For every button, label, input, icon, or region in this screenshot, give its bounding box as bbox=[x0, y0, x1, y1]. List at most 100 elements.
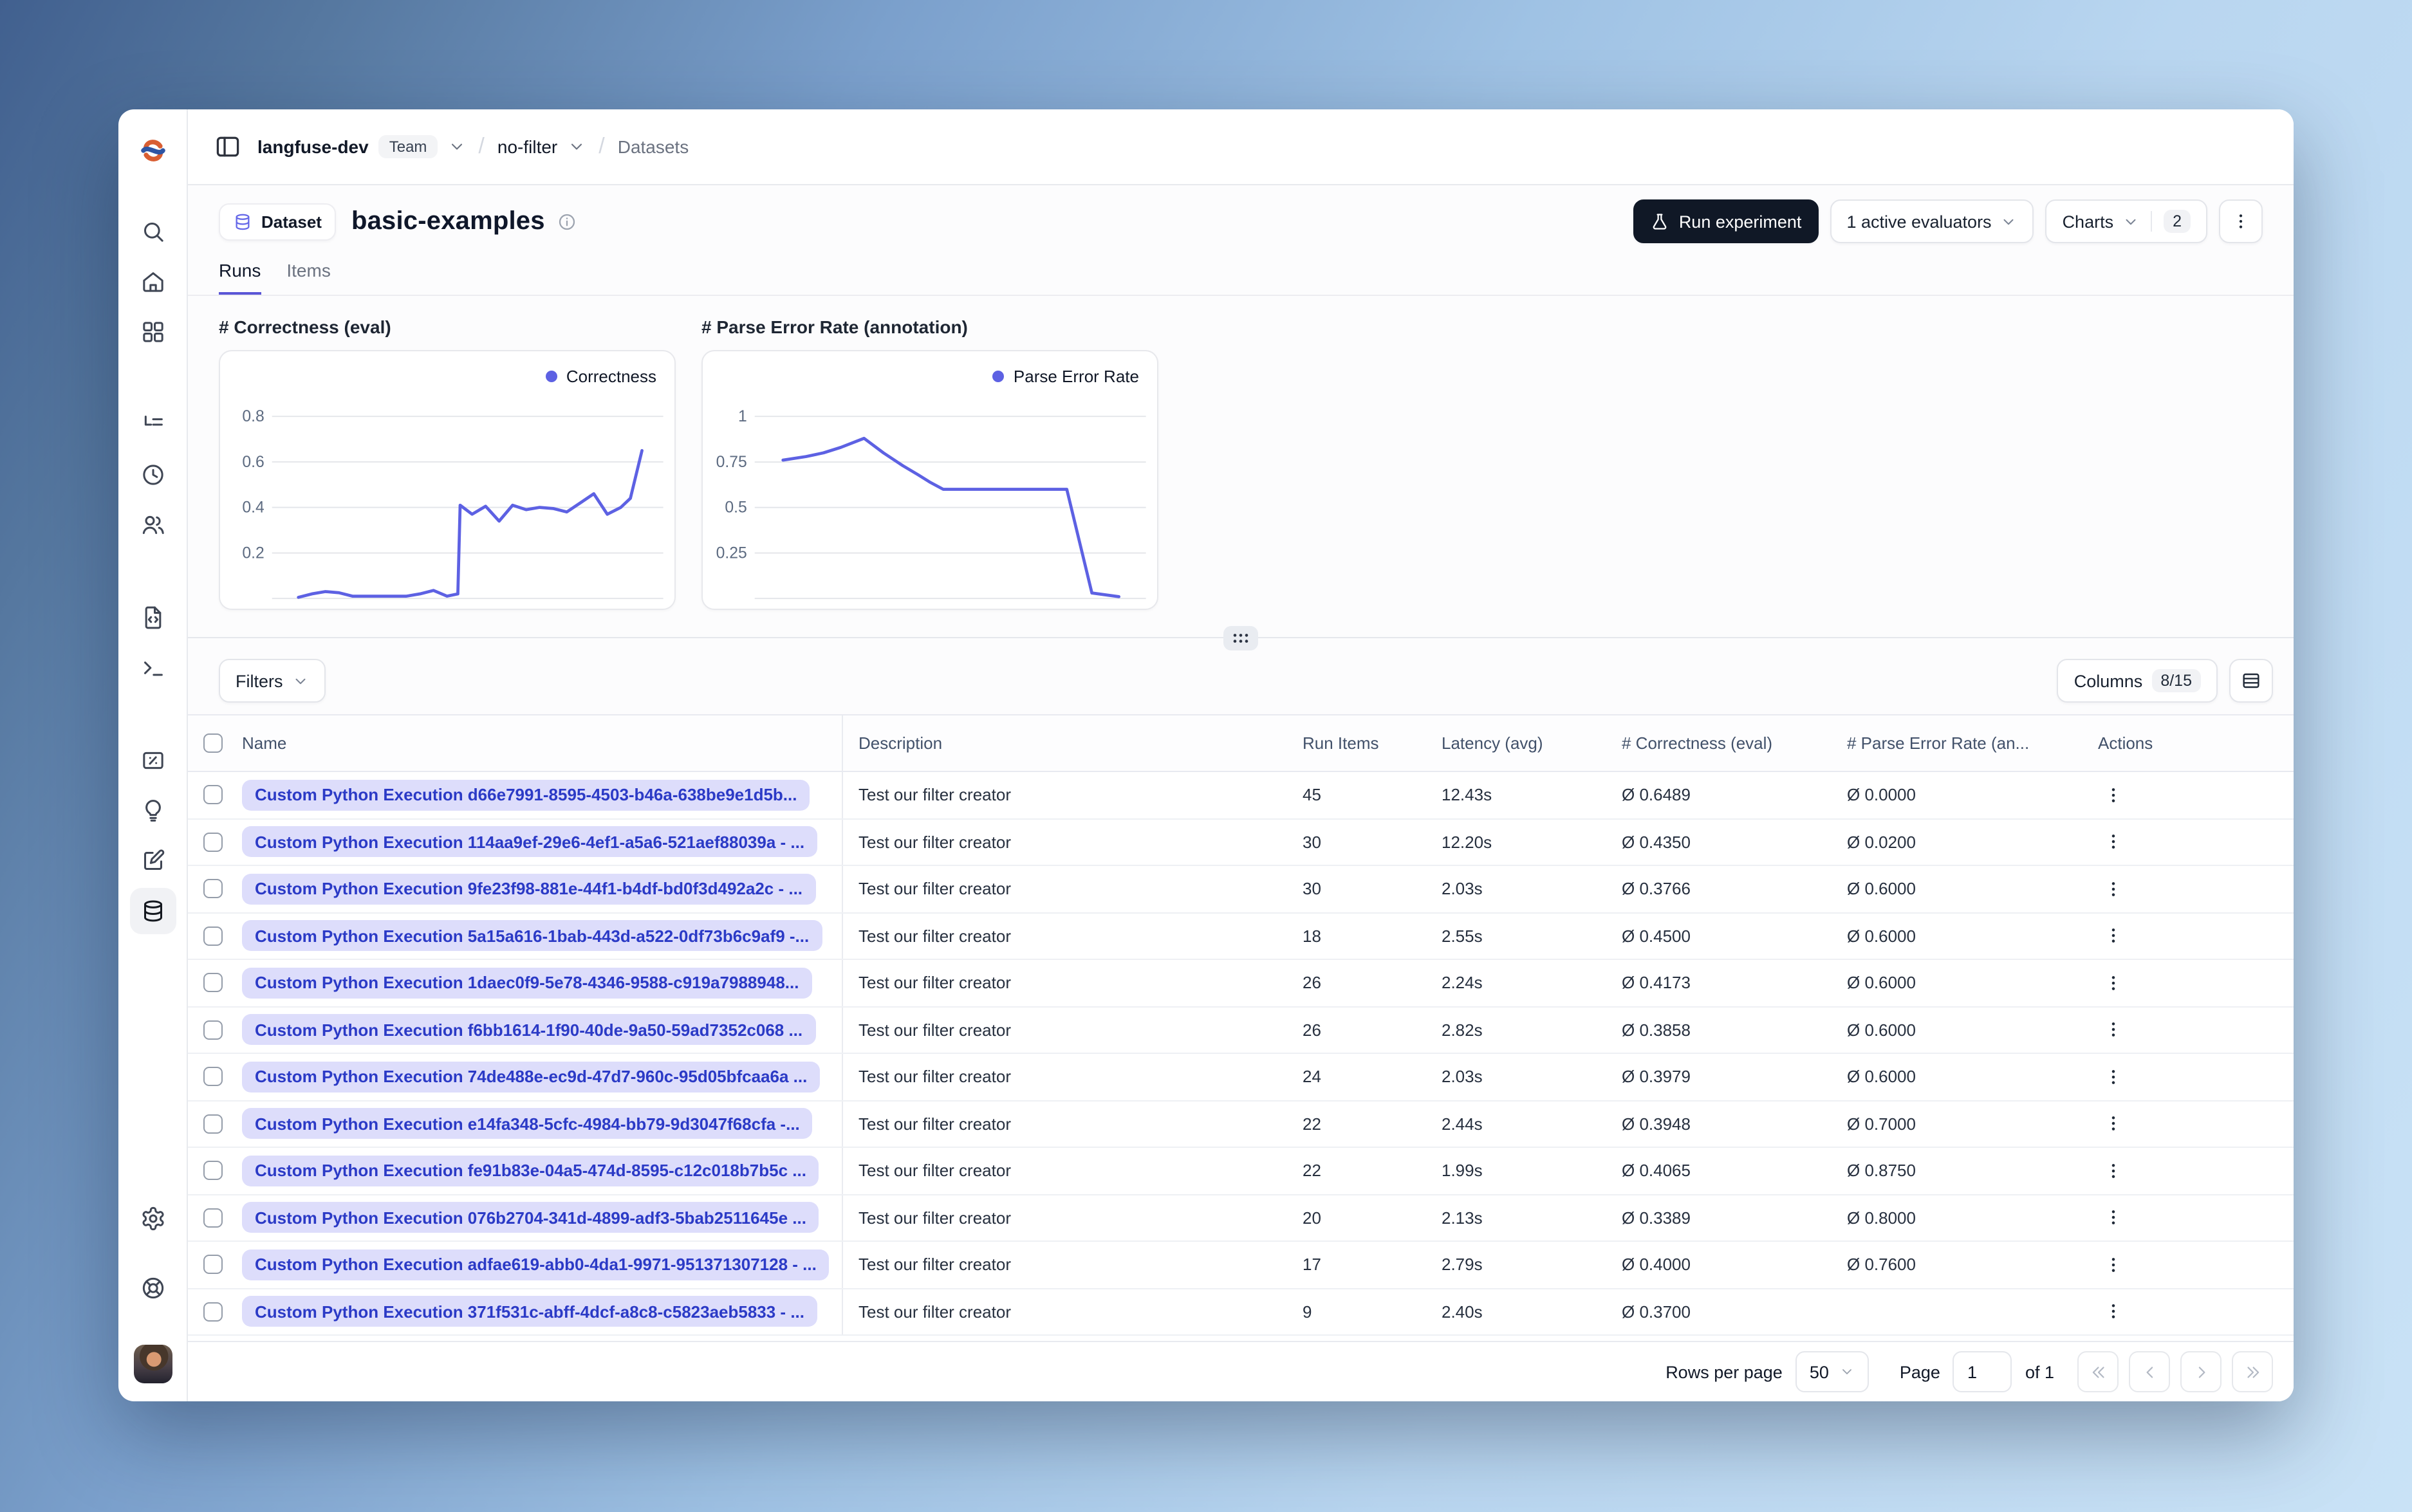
column-header-latency[interactable]: Latency (avg) bbox=[1442, 733, 1622, 753]
tab-items[interactable]: Items bbox=[286, 260, 330, 295]
row-checkbox[interactable] bbox=[203, 1067, 223, 1087]
run-name-link[interactable]: Custom Python Execution 74de488e-ec9d-47… bbox=[242, 1061, 821, 1093]
column-header-correctness[interactable]: # Correctness (eval) bbox=[1622, 733, 1847, 753]
row-actions-button[interactable] bbox=[2098, 1109, 2129, 1139]
chevron-down-icon[interactable] bbox=[447, 138, 465, 156]
row-actions-button[interactable] bbox=[2098, 1156, 2129, 1186]
run-name-link[interactable]: Custom Python Execution 114aa9ef-29e6-4e… bbox=[242, 826, 818, 858]
next-page-button[interactable] bbox=[2180, 1351, 2222, 1392]
row-checkbox[interactable] bbox=[203, 1302, 223, 1322]
header-actions: Run experiment 1 active evaluators Chart… bbox=[1633, 199, 2263, 243]
run-name-link[interactable]: Custom Python Execution 5a15a616-1bab-44… bbox=[242, 920, 822, 952]
sidebar-item-lightbulb[interactable] bbox=[129, 788, 176, 834]
run-name-link[interactable]: Custom Python Execution f6bb1614-1f90-40… bbox=[242, 1014, 816, 1046]
sidebar-item-prompts-file-code[interactable] bbox=[129, 595, 176, 641]
tab-runs[interactable]: Runs bbox=[219, 260, 261, 295]
run-name-link[interactable]: Custom Python Execution 076b2704-341d-48… bbox=[242, 1202, 819, 1233]
sidebar-item-sessions-clock[interactable] bbox=[129, 452, 176, 498]
pager-buttons bbox=[2077, 1351, 2273, 1392]
breadcrumb-project[interactable]: no-filter bbox=[497, 136, 557, 157]
pagination-footer: Rows per page 50 Page of 1 bbox=[188, 1341, 2294, 1401]
run-name-link[interactable]: Custom Python Execution d66e7991-8595-45… bbox=[242, 779, 810, 811]
row-checkbox[interactable] bbox=[203, 926, 223, 946]
last-page-button[interactable] bbox=[2232, 1351, 2273, 1392]
sidebar-item-home[interactable] bbox=[129, 259, 176, 305]
dashboard-icon bbox=[142, 322, 163, 342]
run-name-link[interactable]: Custom Python Execution 9fe23f98-881e-44… bbox=[242, 873, 816, 905]
page-number-input[interactable] bbox=[1953, 1351, 2012, 1392]
row-actions-button[interactable] bbox=[2098, 780, 2129, 811]
row-checkbox[interactable] bbox=[203, 1161, 223, 1181]
row-actions-button[interactable] bbox=[2098, 1203, 2129, 1233]
row-actions-button[interactable] bbox=[2098, 874, 2129, 905]
first-page-button[interactable] bbox=[2077, 1351, 2119, 1392]
columns-label: Columns bbox=[2073, 671, 2143, 690]
column-header-description[interactable]: Description bbox=[843, 733, 1303, 753]
row-actions-button[interactable] bbox=[2098, 1015, 2129, 1046]
previous-page-button[interactable] bbox=[2129, 1351, 2170, 1392]
run-experiment-button[interactable]: Run experiment bbox=[1633, 199, 1819, 243]
sidebar-item-tracing[interactable] bbox=[129, 401, 176, 448]
sidebar-item-search[interactable] bbox=[129, 208, 176, 255]
sidebar bbox=[118, 109, 188, 1401]
row-actions-button[interactable] bbox=[2098, 827, 2129, 858]
run-name-link[interactable]: Custom Python Execution 371f531c-abff-4d… bbox=[242, 1296, 817, 1327]
chart-title: # Parse Error Rate (annotation) bbox=[701, 317, 968, 337]
run-name-link[interactable]: Custom Python Execution adfae619-abb0-4d… bbox=[242, 1249, 829, 1280]
resize-grip-handle[interactable] bbox=[1223, 625, 1258, 650]
correctness-value: Ø 0.3766 bbox=[1622, 879, 1691, 899]
breadcrumb-section[interactable]: Datasets bbox=[618, 136, 689, 157]
row-checkbox[interactable] bbox=[203, 1208, 223, 1228]
run-description: Test our filter creator bbox=[858, 973, 1011, 993]
sidebar-item-evaluators[interactable] bbox=[129, 737, 176, 784]
sidebar-item-support-lifebuoy[interactable] bbox=[129, 1265, 176, 1311]
row-checkbox[interactable] bbox=[203, 879, 223, 899]
filters-button[interactable]: Filters bbox=[219, 659, 326, 703]
row-actions-button[interactable] bbox=[2098, 921, 2129, 952]
column-header-parse-error-rate[interactable]: # Parse Error Rate (an... bbox=[1847, 733, 2088, 753]
row-checkbox[interactable] bbox=[203, 1255, 223, 1275]
row-height-button[interactable] bbox=[2229, 659, 2273, 703]
sidebar-item-annotation-pen[interactable] bbox=[129, 838, 176, 884]
row-checkbox[interactable] bbox=[203, 785, 223, 805]
run-name-link[interactable]: Custom Python Execution 1daec0f9-5e78-43… bbox=[242, 967, 812, 999]
more-actions-button[interactable] bbox=[2219, 199, 2263, 243]
parse-error-rate-value: Ø 0.8750 bbox=[1847, 1161, 1916, 1181]
latency-value: 2.44s bbox=[1442, 1114, 1483, 1134]
user-avatar[interactable] bbox=[133, 1345, 172, 1383]
page-label: Page bbox=[1899, 1362, 1940, 1381]
sidebar-item-datasets-database[interactable] bbox=[129, 888, 176, 934]
select-all-checkbox[interactable] bbox=[203, 733, 223, 753]
chevron-down-icon[interactable] bbox=[568, 138, 586, 156]
evaluators-button[interactable]: 1 active evaluators bbox=[1830, 199, 2034, 243]
row-actions-button[interactable] bbox=[2098, 1249, 2129, 1280]
info-icon[interactable] bbox=[558, 212, 577, 231]
page-of-label: of 1 bbox=[2025, 1362, 2054, 1381]
charts-button[interactable]: Charts 2 bbox=[2045, 199, 2207, 243]
table-row: Custom Python Execution 9fe23f98-881e-44… bbox=[188, 866, 2294, 913]
parse-error-rate-value: Ø 0.8000 bbox=[1847, 1208, 1916, 1228]
run-description: Test our filter creator bbox=[858, 785, 1011, 805]
sidebar-item-dashboard[interactable] bbox=[129, 309, 176, 355]
run-name-link[interactable]: Custom Python Execution e14fa348-5cfc-49… bbox=[242, 1108, 813, 1139]
run-name-link[interactable]: Custom Python Execution fe91b83e-04a5-47… bbox=[242, 1155, 819, 1186]
sidebar-item-settings-gear[interactable] bbox=[129, 1195, 176, 1242]
row-checkbox[interactable] bbox=[203, 1114, 223, 1134]
sidebar-toggle-icon[interactable] bbox=[214, 133, 242, 161]
column-header-name[interactable]: Name bbox=[239, 715, 843, 771]
svg-text:0.6: 0.6 bbox=[242, 454, 264, 471]
table-row: Custom Python Execution 114aa9ef-29e6-4e… bbox=[188, 819, 2294, 866]
row-actions-button[interactable] bbox=[2098, 1062, 2129, 1093]
row-checkbox[interactable] bbox=[203, 1020, 223, 1040]
column-header-run-items[interactable]: Run Items bbox=[1303, 733, 1442, 753]
sidebar-item-users[interactable] bbox=[129, 502, 176, 548]
columns-button[interactable]: Columns 8/15 bbox=[2057, 659, 2218, 703]
row-checkbox[interactable] bbox=[203, 832, 223, 852]
row-actions-button[interactable] bbox=[2098, 1296, 2129, 1327]
row-checkbox[interactable] bbox=[203, 973, 223, 993]
panel-resize-divider bbox=[188, 625, 2294, 650]
row-actions-button[interactable] bbox=[2098, 968, 2129, 999]
rows-per-page-select[interactable]: 50 bbox=[1795, 1351, 1869, 1392]
breadcrumb-org[interactable]: langfuse-dev bbox=[257, 136, 369, 157]
sidebar-item-playground-terminal[interactable] bbox=[129, 645, 176, 691]
